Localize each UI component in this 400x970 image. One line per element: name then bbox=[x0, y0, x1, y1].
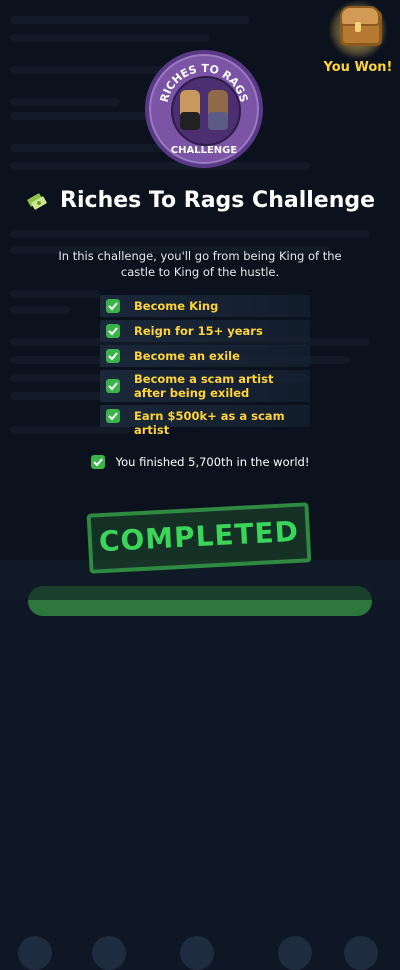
challenge-description: In this challenge, you'll go from being … bbox=[58, 249, 342, 279]
challenge-title-row: Riches To Rags Challenge bbox=[0, 188, 400, 213]
completed-stamp: COMPLETED bbox=[86, 502, 312, 574]
task-label: Become a scam artist after being exiled bbox=[134, 372, 274, 400]
check-icon bbox=[106, 324, 120, 338]
check-icon bbox=[106, 409, 120, 423]
task-label: Earn $500k+ as a scam artist bbox=[134, 409, 285, 437]
completed-stamp-text: COMPLETED bbox=[98, 514, 300, 559]
task-item: Reign for 15+ years bbox=[100, 320, 310, 342]
you-won-label: You Won! bbox=[323, 60, 393, 75]
challenge-badge: RICHES TO RAGS CHALLENGE bbox=[145, 50, 263, 168]
finish-rank-row: You finished 5,700th in the world! bbox=[0, 451, 400, 470]
check-icon bbox=[106, 299, 120, 313]
task-item: Become King bbox=[100, 295, 310, 317]
badge-bottom-text: CHALLENGE bbox=[170, 145, 238, 156]
money-icon bbox=[25, 189, 49, 213]
check-icon bbox=[90, 454, 105, 469]
check-icon bbox=[106, 349, 120, 363]
reward-chest[interactable]: You Won! bbox=[322, 0, 394, 80]
task-item: Become an exile bbox=[100, 345, 310, 367]
check-icon bbox=[106, 379, 120, 393]
task-item: Earn $500k+ as a scam artist bbox=[100, 405, 310, 437]
task-label: Become King bbox=[134, 299, 219, 313]
task-item: Become a scam artist after being exiled bbox=[100, 370, 310, 402]
chest-lock-icon bbox=[355, 22, 361, 32]
finish-rank-text: You finished 5,700th in the world! bbox=[115, 454, 310, 469]
task-label: Reign for 15+ years bbox=[134, 324, 263, 338]
challenge-title: Riches To Rags Challenge bbox=[60, 188, 376, 213]
task-label: Become an exile bbox=[134, 349, 240, 363]
